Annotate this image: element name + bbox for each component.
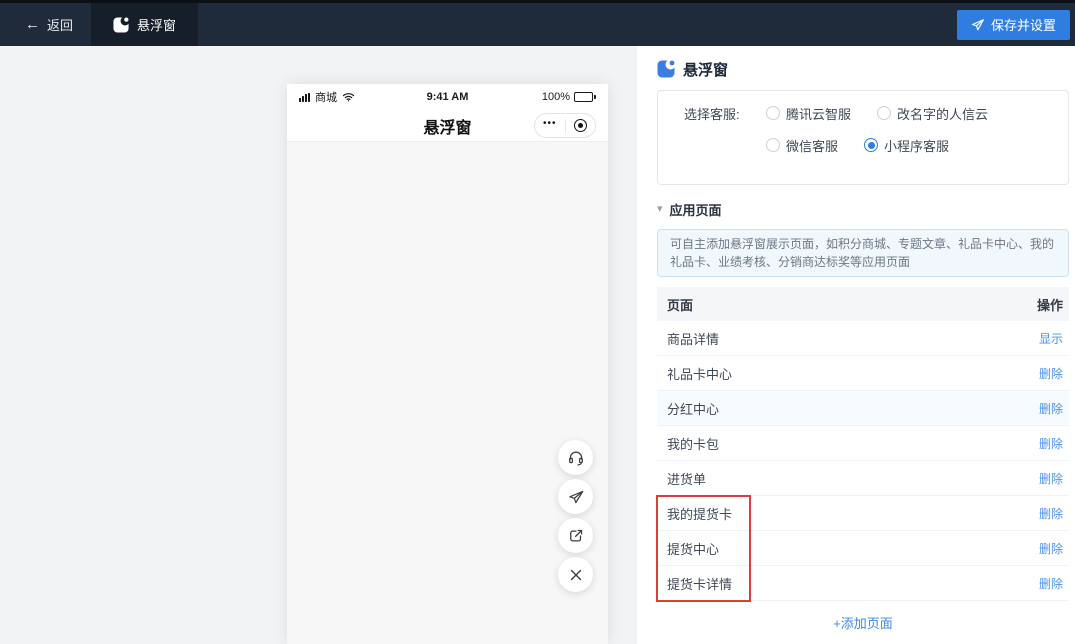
row-action-link[interactable]: 删除 <box>1039 470 1069 487</box>
row-action-link[interactable]: 删除 <box>1039 540 1069 557</box>
floating-window-logo-icon <box>657 60 675 78</box>
table-row: 提货中心 删除 <box>657 531 1069 566</box>
radio-option-label: 小程序客服 <box>884 136 949 155</box>
back-arrow-icon: ← <box>25 17 40 32</box>
table-row: 提货卡详情 删除 <box>657 566 1069 601</box>
page-name: 提货中心 <box>657 539 1039 558</box>
radio-option[interactable]: 腾讯云智服 <box>766 104 851 123</box>
battery-percent: 100% <box>542 91 570 103</box>
back-button[interactable]: ← 返回 <box>0 3 83 46</box>
page-name: 我的提货卡 <box>657 504 1039 523</box>
preview-canvas: 商城 9:41 AM 100% 悬浮窗 <box>0 46 637 644</box>
service-select-label: 选择客服: <box>684 104 766 123</box>
radio-row: 腾讯云智服 改名字的人信云 <box>766 104 988 123</box>
radio-row: 微信客服 小程序客服 <box>766 136 949 155</box>
page-name: 分红中心 <box>657 399 1039 418</box>
table-footer: +添加页面 <box>657 601 1069 644</box>
status-time: 9:41 AM <box>398 91 497 103</box>
phone-page-title: 悬浮窗 <box>423 114 471 138</box>
radio-option-label: 改名字的人信云 <box>897 104 988 123</box>
headset-icon[interactable] <box>558 440 593 475</box>
radio-option-label: 微信客服 <box>786 136 838 155</box>
tab-label: 悬浮窗 <box>137 15 176 34</box>
floating-window-icon <box>113 17 129 33</box>
row-action-link[interactable]: 删除 <box>1039 435 1069 452</box>
miniprogram-capsule: ••• <box>534 113 596 138</box>
column-header-action: 操作 <box>1037 295 1069 314</box>
phone-status-bar: 商城 9:41 AM 100% <box>287 84 608 110</box>
back-button-label: 返回 <box>47 15 73 34</box>
row-action-link[interactable]: 显示 <box>1039 330 1069 347</box>
signal-bars-icon <box>299 93 310 102</box>
customer-service-box: 选择客服: 腾讯云智服 改名字的人信云 微信客服 小程序客服 <box>657 90 1069 185</box>
column-header-page: 页面 <box>657 295 1037 314</box>
table-row: 进货单 删除 <box>657 461 1069 496</box>
table-row: 我的提货卡 删除 <box>657 496 1069 531</box>
collapse-caret-icon[interactable]: ▾ <box>657 204 663 215</box>
page-name: 我的卡包 <box>657 434 1039 453</box>
section-header-app-pages[interactable]: ▾ 应用页面 <box>657 199 1069 219</box>
phone-preview: 商城 9:41 AM 100% 悬浮窗 <box>287 84 608 644</box>
page-name: 进货单 <box>657 469 1039 488</box>
row-action-link[interactable]: 删除 <box>1039 505 1069 522</box>
panel-header: 悬浮窗 <box>657 58 1069 80</box>
tab-floating-window[interactable]: 悬浮窗 <box>91 3 198 46</box>
radio-icon[interactable] <box>766 138 780 152</box>
more-icon[interactable]: ••• <box>535 119 565 133</box>
radio-option[interactable]: 微信客服 <box>766 136 838 155</box>
radio-option[interactable]: 改名字的人信云 <box>877 104 988 123</box>
battery-icon <box>574 92 596 102</box>
tip-box: 可自主添加悬浮窗展示页面，如积分商城、专题文章、礼品卡中心、我的礼品卡、业绩考核… <box>657 229 1069 277</box>
save-and-set-button[interactable]: 保存并设置 <box>957 10 1070 40</box>
phone-nav-bar: 悬浮窗 ••• <box>287 110 608 142</box>
page-name: 商品详情 <box>657 329 1039 348</box>
share-icon[interactable] <box>558 518 593 553</box>
paper-plane-icon[interactable] <box>558 479 593 514</box>
send-icon <box>971 18 985 32</box>
exit-target-icon[interactable] <box>566 119 596 132</box>
table-header: 页面 操作 <box>657 287 1069 321</box>
radio-icon[interactable] <box>864 138 878 152</box>
save-button-label: 保存并设置 <box>991 15 1056 34</box>
page-name: 提货卡详情 <box>657 574 1039 593</box>
topbar: ← 返回 悬浮窗 保存并设置 <box>0 0 1075 46</box>
page-name: 礼品卡中心 <box>657 364 1039 383</box>
wifi-icon <box>342 92 355 102</box>
page-table: 页面 操作 商品详情 显示 礼品卡中心 删除 分红中心 删除 我的卡包 删除 进… <box>657 287 1069 644</box>
topbar-spacer <box>198 3 957 46</box>
radio-option[interactable]: 小程序客服 <box>864 136 949 155</box>
radio-option-label: 腾讯云智服 <box>786 104 851 123</box>
page-table-body: 商品详情 显示 礼品卡中心 删除 分红中心 删除 我的卡包 删除 进货单 删除 … <box>657 321 1069 601</box>
row-action-link[interactable]: 删除 <box>1039 365 1069 382</box>
add-page-link[interactable]: +添加页面 <box>833 613 893 632</box>
floating-button-group <box>558 440 593 592</box>
radio-icon[interactable] <box>766 106 780 120</box>
radio-icon[interactable] <box>877 106 891 120</box>
row-action-link[interactable]: 删除 <box>1039 575 1069 592</box>
table-row: 商品详情 显示 <box>657 321 1069 356</box>
table-row: 我的卡包 删除 <box>657 426 1069 461</box>
carrier-label: 商城 <box>315 89 337 105</box>
close-icon[interactable] <box>558 557 593 592</box>
section-title: 应用页面 <box>670 200 722 219</box>
panel-title: 悬浮窗 <box>683 59 728 80</box>
table-row: 分红中心 删除 <box>657 391 1069 426</box>
row-action-link[interactable]: 删除 <box>1039 400 1069 417</box>
settings-panel: 悬浮窗 选择客服: 腾讯云智服改名字的人信云 微信客服小程序客服 ▾ 应用页面 … <box>637 46 1075 644</box>
table-row: 礼品卡中心 删除 <box>657 356 1069 391</box>
